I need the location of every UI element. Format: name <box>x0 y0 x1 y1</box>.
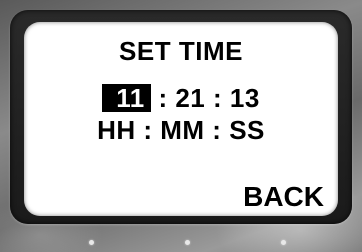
back-softkey-label[interactable]: BACK <box>243 181 324 213</box>
lcd-screen: SET TIME 11 : 21 : 13 HH : MM : SS BACK <box>24 22 338 216</box>
seconds-field[interactable]: 13 <box>230 83 260 113</box>
minutes-field[interactable]: 21 <box>175 83 205 113</box>
time-value-row: 11 : 21 : 13 <box>24 83 338 114</box>
hardware-button-right[interactable] <box>281 240 286 245</box>
device-panel: SET TIME 11 : 21 : 13 HH : MM : SS BACK <box>0 0 362 252</box>
hardware-button-left[interactable] <box>89 240 94 245</box>
screen-title: SET TIME <box>119 36 243 66</box>
time-separator: : <box>150 83 176 113</box>
hours-field-selected[interactable]: 11 <box>102 84 151 112</box>
time-units-label: HH : MM : SS <box>97 115 265 145</box>
time-separator: : <box>205 83 230 113</box>
hardware-button-center[interactable] <box>185 240 190 245</box>
